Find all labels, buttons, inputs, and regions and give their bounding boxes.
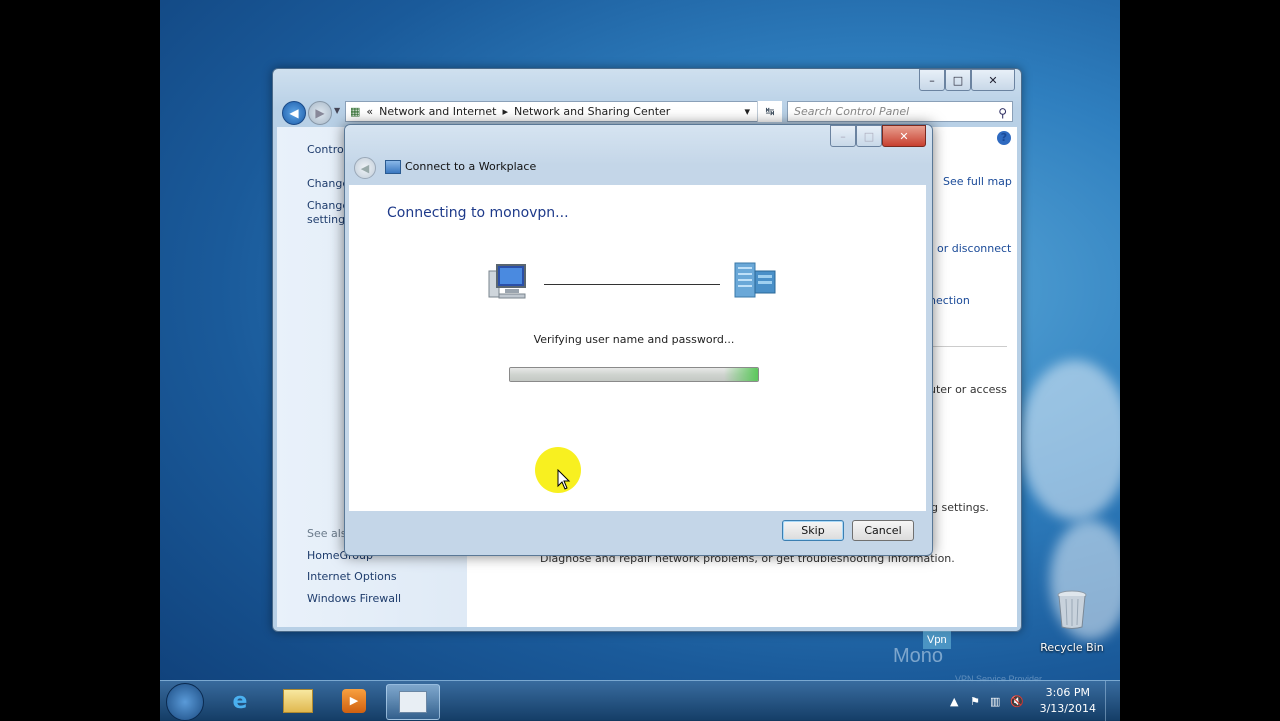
start-orb-icon[interactable] (166, 683, 204, 721)
minimize-icon: – (830, 125, 856, 147)
watermark-logo: Mono Vpn (893, 631, 951, 668)
address-bar[interactable]: ▦ « Network and Internet ▸ Network and S… (345, 101, 781, 122)
back-icon[interactable]: ◀ (282, 101, 306, 125)
clock[interactable]: 3:06 PM 3/13/2014 (1040, 685, 1096, 717)
control-panel-icon[interactable] (386, 684, 440, 720)
verifying-status-text: Verifying user name and password... (533, 333, 735, 346)
settings-text-fragment: g settings. (931, 501, 989, 514)
connect-disconnect-link[interactable]: or disconnect (937, 242, 1011, 255)
dialog-content: Connecting to monovpn... Verifying user … (349, 185, 926, 511)
connection-line (544, 284, 720, 285)
sidebar-item-change-adapter-settings[interactable]: Change (307, 177, 349, 190)
help-icon[interactable]: ? (997, 131, 1011, 145)
file-explorer-icon[interactable] (272, 684, 324, 718)
maximize-icon[interactable]: □ (945, 69, 971, 91)
cancel-button[interactable]: Cancel (852, 520, 914, 541)
recycle-bin-label: Recycle Bin (1040, 641, 1104, 654)
connecting-heading: Connecting to monovpn... (387, 205, 569, 221)
workplace-connection-icon (385, 160, 401, 174)
maximize-icon: □ (856, 125, 882, 147)
close-icon[interactable]: ✕ (882, 125, 926, 147)
window-caption-buttons: – □ ✕ (919, 69, 1015, 91)
skip-button[interactable]: Skip (782, 520, 844, 541)
cloud-decoration (1020, 360, 1120, 520)
server-building-icon (734, 262, 776, 298)
search-placeholder: Search Control Panel (794, 105, 910, 118)
action-center-flag-icon[interactable]: ⚑ (970, 695, 980, 708)
sidebar-link-internet-options[interactable]: Internet Options (307, 570, 397, 583)
recycle-bin-icon (1057, 590, 1087, 629)
show-desktop-button[interactable] (1105, 681, 1120, 721)
minimize-icon[interactable]: – (919, 69, 945, 91)
back-arrow-icon[interactable]: ◀ (354, 157, 376, 179)
dialog-caption-buttons: – □ ✕ (830, 125, 926, 147)
media-player-icon[interactable]: ▶ (328, 684, 380, 718)
show-hidden-icons-icon[interactable]: ▲ (950, 695, 958, 708)
clock-time: 3:06 PM (1045, 686, 1090, 699)
internet-explorer-icon[interactable]: e (214, 684, 266, 718)
search-input[interactable]: Search Control Panel ⚲ (787, 101, 1013, 122)
computer-icon (488, 264, 526, 299)
mouse-pointer-icon (557, 469, 571, 490)
address-dropdown-icon[interactable]: ▾ (744, 105, 750, 118)
volume-muted-icon[interactable]: 🔇 (1010, 695, 1024, 708)
clock-date: 3/13/2014 (1039, 702, 1096, 715)
search-icon[interactable]: ⚲ (998, 104, 1007, 123)
refresh-icon[interactable]: ↹ (757, 101, 782, 122)
breadcrumb-prefix: « (366, 105, 374, 118)
sidebar-link-windows-firewall[interactable]: Windows Firewall (307, 592, 401, 605)
network-icon: ▦ (350, 105, 361, 118)
forward-icon[interactable]: ▶ (308, 101, 332, 125)
breadcrumb-network-and-internet[interactable]: Network and Internet (379, 105, 496, 118)
close-icon[interactable]: ✕ (971, 69, 1015, 91)
breadcrumb-network-sharing-center[interactable]: Network and Sharing Center (514, 105, 670, 118)
see-full-map-link[interactable]: See full map (943, 175, 1012, 188)
dialog-title: Connect to a Workplace (405, 160, 537, 173)
progress-fill (510, 368, 758, 381)
recent-pages-dropdown-icon[interactable]: ▼ (334, 106, 340, 115)
recycle-bin[interactable]: Recycle Bin (1040, 590, 1104, 654)
breadcrumb-separator-icon[interactable]: ▸ (502, 105, 508, 118)
setup-connection-link[interactable]: nection (929, 294, 970, 307)
access-text-fragment: uter or access (929, 383, 1007, 396)
connection-progress-bar (509, 367, 759, 382)
taskbar: e ▶ ▲ ⚑ ▥ 🔇 3:06 PM 3/13/2014 (160, 680, 1120, 721)
sidebar-item-control-panel-home[interactable]: Control (307, 143, 347, 156)
connect-to-workplace-dialog: – □ ✕ ◀ Connect to a Workplace Connectin… (344, 124, 933, 556)
see-also-heading: See als (307, 527, 347, 540)
watermark-badge: Vpn (923, 631, 951, 649)
network-tray-icon[interactable]: ▥ (990, 695, 1000, 708)
sidebar-item-change-advanced-sharing[interactable]: Change (307, 199, 349, 212)
